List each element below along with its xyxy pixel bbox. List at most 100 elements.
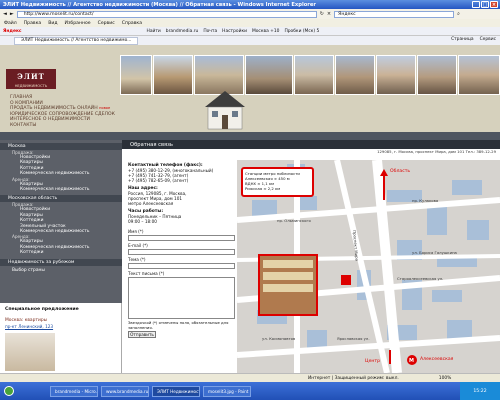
special-offer: Специальное предложение Москва: квартиры… [0, 303, 122, 373]
house-illustration [205, 91, 245, 130]
forward-icon[interactable]: ► [10, 11, 14, 17]
search-input[interactable]: Яндекс [334, 10, 455, 18]
refresh-icon[interactable]: ↻ [320, 11, 324, 17]
site-header: ЭЛИТ НЕДВИЖИМОСТЬ ГЛАВНАЯ О КОМПАНИИ ПРО… [0, 45, 500, 132]
sidebar-item[interactable]: Коммерческая недвижимость [0, 187, 122, 192]
taskbar: brandmedia - Micro... www.brandmedia.ru.… [0, 382, 500, 400]
subject-label: Тема (*) [128, 257, 146, 262]
page-menu[interactable]: Страница [451, 37, 474, 42]
traffic-link[interactable]: Пробки (Мск) 5 [284, 29, 319, 34]
brandmedia-link[interactable]: brandmedia.ru [166, 29, 199, 34]
special-offer-link[interactable]: пр-кт Ленинский, 123 [0, 323, 121, 329]
settings-button[interactable]: Настройки [222, 29, 247, 34]
header-photo [153, 55, 193, 95]
email-field[interactable] [128, 249, 235, 255]
menu-tools[interactable]: Сервис [98, 21, 115, 26]
window-titlebar: ЭЛИТ Недвижимость // Агентство недвижимо… [0, 0, 500, 9]
header-photo [335, 55, 375, 95]
mail-button[interactable]: Почта [203, 29, 217, 34]
header-address-line: 129085, г. Москва, проспект Мира, дом 10… [377, 149, 496, 154]
menu-view[interactable]: Вид [48, 21, 57, 26]
weather-link[interactable]: Москва +10 [252, 29, 279, 34]
name-label: Имя (*) [128, 229, 144, 234]
callout-line: Рижская ≈ 2,2 км [245, 186, 281, 191]
maximize-button[interactable]: □ [481, 1, 489, 8]
sidebar-header-moscow[interactable]: Москва [0, 143, 122, 150]
subject-field[interactable] [128, 263, 235, 269]
special-offer-title: Специальное предложение [5, 307, 79, 312]
header-photo [245, 55, 293, 95]
special-offer-photo[interactable] [5, 333, 55, 371]
page-viewport: ЭЛИТ НЕДВИЖИМОСТЬ ГЛАВНАЯ О КОМПАНИИ ПРО… [0, 45, 500, 373]
location-map[interactable]: M Станции метро поблизости Алексеевская … [237, 160, 500, 373]
tab-active[interactable]: ЭЛИТ Недвижимость // Агентство недвижимо… [14, 36, 139, 45]
map-street-label: ул. Космонавтов [262, 336, 296, 341]
tab-bar: ЭЛИТ Недвижимость // Агентство недвижимо… [0, 36, 500, 45]
submit-button[interactable]: Отправить [128, 331, 156, 339]
header-photo [458, 55, 500, 95]
sidebar-item[interactable]: Коттеджи [0, 250, 122, 255]
menu-help[interactable]: Справка [122, 21, 142, 26]
sidebar-item-choose-country[interactable]: Выбор страны [0, 268, 122, 273]
yandex-logo[interactable]: Яндекс [3, 29, 22, 34]
taskbar-item[interactable]: www.brandmedia.ru... [101, 385, 149, 397]
email-label: E-mail (*) [128, 243, 148, 248]
map-street-label: Староалексеевская ул. [397, 276, 444, 281]
header-photo [294, 55, 334, 95]
map-label-metro: Алексеевская [420, 357, 454, 362]
address-bar: ◄ ► http://www.moselit.ru/contact/ ↻ × Я… [0, 9, 500, 19]
sidebar-header-region[interactable]: Московская область [0, 195, 122, 203]
phone-line: +7 (495) 782-65-09, (агент) [128, 178, 189, 183]
name-field[interactable] [128, 235, 235, 241]
menu-edit[interactable]: Правка [24, 21, 41, 26]
new-badge: новое [99, 106, 111, 111]
address-line: метро Алексеевская [128, 201, 174, 206]
message-textarea[interactable] [128, 277, 235, 319]
required-note: Звездочкой (*) отмечены поля, обязательн… [128, 320, 229, 330]
metro-callout: Станции метро поблизости Алексеевская ≈ … [241, 167, 314, 197]
site-logo[interactable]: ЭЛИТ [6, 69, 56, 83]
page-title: Обратная связь [122, 140, 500, 149]
status-zone: Интернет | Защищенный режим: выкл. [308, 375, 399, 381]
menu-bar: Файл Правка Вид Избранное Сервис Справка [0, 19, 500, 27]
message-label: Текст письма (*) [128, 271, 165, 276]
start-button[interactable] [4, 386, 14, 396]
menu-favorites[interactable]: Избранное [65, 21, 91, 26]
status-bar: Интернет | Защищенный режим: выкл. 100% [0, 373, 500, 382]
tools-menu[interactable]: Сервис [480, 37, 496, 42]
taskbar-item[interactable]: brandmedia - Micro... [50, 385, 98, 397]
banner-strip [0, 132, 500, 140]
hours-line: 09:00 – 18:00 [128, 219, 157, 224]
map-label-oblast: Область [390, 169, 411, 174]
map-street-label: Ярославская ул. [337, 336, 370, 341]
header-photo [417, 55, 457, 95]
find-button[interactable]: Найти [147, 29, 161, 34]
header-photo [376, 55, 416, 95]
sidebar-header-abroad[interactable]: Недвижимость за рубежом [0, 258, 122, 266]
map-street-label: пр. Ольминского [277, 218, 311, 223]
map-street-label: пр. Кулакова [412, 198, 439, 203]
taskbar-item-active[interactable]: ЭЛИТ Недвижимость... [152, 385, 200, 397]
contact-info: Контактный телефон (факс): +7 (495) 380-… [128, 160, 238, 339]
close-button[interactable]: × [490, 1, 498, 8]
main-content: Обратная связь 129085, г. Москва, проспе… [122, 140, 500, 373]
links-toolbar: Яндекс Найти brandmedia.ru Почта Настрой… [0, 27, 500, 36]
header-photo [120, 55, 152, 95]
top-nav: ГЛАВНАЯ О КОМПАНИИ ПРОДАТЬ НЕДВИЖИМОСТЬ … [10, 95, 230, 129]
minimize-button[interactable]: _ [472, 1, 480, 8]
special-offer-item[interactable]: Москва: квартиры [0, 312, 121, 323]
nav-contacts[interactable]: КОНТАКТЫ [10, 123, 230, 129]
back-icon[interactable]: ◄ [3, 11, 7, 17]
map-label-center: Центр [365, 359, 380, 364]
taskbar-item[interactable]: moselit3.jpg - Paint [203, 385, 251, 397]
site-logo-subtitle: НЕДВИЖИМОСТЬ [6, 83, 56, 89]
search-icon[interactable]: ⌕ [457, 11, 460, 17]
zoom-level[interactable]: 100% [439, 376, 452, 381]
system-tray-clock[interactable]: 15:22 [460, 382, 500, 400]
window-title: ЭЛИТ Недвижимость // Агентство недвижимо… [3, 1, 316, 8]
menu-file[interactable]: Файл [4, 21, 17, 26]
stop-icon[interactable]: × [327, 11, 331, 17]
url-input[interactable]: http://www.moselit.ru/contact/ [16, 10, 317, 18]
map-street-label: ул. Бориса Галушкина [412, 250, 457, 255]
svg-text:M: M [409, 358, 414, 364]
